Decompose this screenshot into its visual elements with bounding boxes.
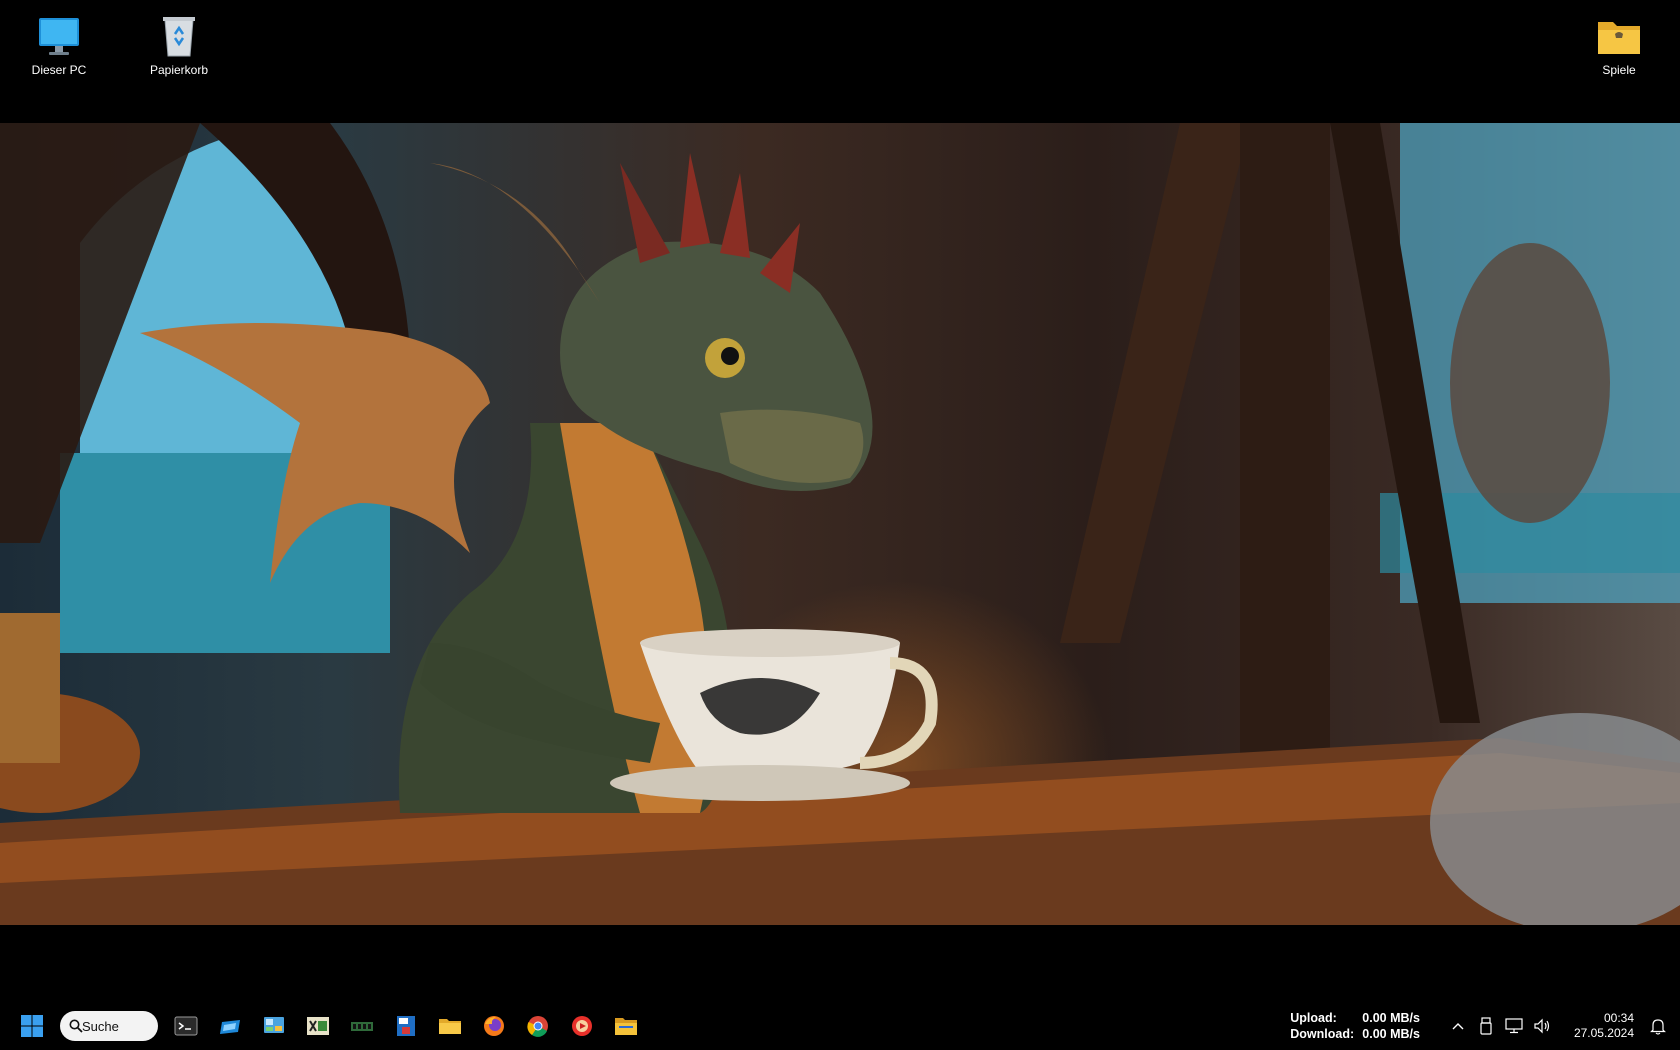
xd-app-button[interactable] [298, 1006, 338, 1046]
terminal-icon [174, 1016, 198, 1036]
desktop-icon-games-folder[interactable]: Spiele [1574, 6, 1664, 78]
monitor-icon [35, 12, 83, 60]
clock[interactable]: 00:34 27.05.2024 [1574, 1011, 1634, 1041]
chrome-icon [527, 1016, 548, 1037]
notifications-button[interactable] [1644, 1006, 1672, 1046]
folder-icon [1595, 12, 1643, 60]
desktop[interactable]: Dieser PC Papierkorb Spiele [0, 0, 1680, 1000]
desktop-icon-this-pc[interactable]: Dieser PC [14, 6, 104, 78]
usb-drive-icon [1480, 1017, 1492, 1035]
bell-icon [1650, 1019, 1666, 1035]
id-card-app-icon [397, 1016, 415, 1036]
id-card-app-button[interactable] [386, 1006, 426, 1046]
show-hidden-icons-button[interactable] [1444, 1006, 1472, 1046]
search-icon [69, 1019, 83, 1033]
file-explorer-button[interactable] [430, 1006, 470, 1046]
folder-app-button[interactable] [606, 1006, 646, 1046]
chrome-button[interactable] [518, 1006, 558, 1046]
media-player-button[interactable] [562, 1006, 602, 1046]
usb-device-button[interactable] [1472, 1006, 1500, 1046]
pinned-apps [166, 1006, 646, 1046]
windows-logo-icon [21, 1015, 43, 1037]
search-label: Suche [82, 1018, 119, 1034]
media-player-icon [572, 1016, 592, 1036]
control-panel-icon [264, 1017, 284, 1033]
clock-time: 00:34 [1603, 1011, 1634, 1025]
speaker-icon [1534, 1018, 1550, 1034]
firefox-button[interactable] [474, 1006, 514, 1046]
system-tray: Upload: 0.00 MB/s Download: 0.00 MB/s 00… [1290, 1002, 1680, 1050]
clock-date: 27.05.2024 [1573, 1026, 1634, 1040]
network-icon [1505, 1018, 1523, 1034]
download-label: Download: [1290, 1027, 1355, 1041]
desktop-icon-recycle-bin[interactable]: Papierkorb [134, 6, 224, 78]
taskbar: Suche Upload: 0.00 MB/s Download: 0.00 M… [0, 1002, 1680, 1050]
network-button[interactable] [1500, 1006, 1528, 1046]
chevron-up-icon [1452, 1023, 1464, 1030]
network-speed-widget[interactable]: Upload: 0.00 MB/s Download: 0.00 MB/s [1290, 1010, 1420, 1042]
control-panel-button[interactable] [254, 1006, 294, 1046]
memory-module-icon [351, 1022, 373, 1031]
desktop-icon-label: Papierkorb [149, 63, 209, 77]
snipping-icon [220, 1020, 240, 1034]
snipping-tool-button[interactable] [210, 1006, 250, 1046]
folder-app-icon [615, 1018, 637, 1035]
xd-app-icon [307, 1017, 329, 1035]
memory-app-button[interactable] [342, 1006, 382, 1046]
desktop-icon-label: Dieser PC [31, 63, 87, 77]
recycle-bin-icon [155, 12, 203, 60]
upload-value: 0.00 MB/s [1362, 1011, 1420, 1025]
start-button[interactable] [12, 1006, 52, 1046]
upload-label: Upload: [1290, 1011, 1337, 1025]
terminal-app-button[interactable] [166, 1006, 206, 1046]
download-value: 0.00 MB/s [1362, 1027, 1420, 1041]
firefox-icon [484, 1016, 504, 1036]
desktop-icon-label: Spiele [1602, 63, 1636, 77]
volume-button[interactable] [1528, 1006, 1556, 1046]
wallpaper-image [0, 123, 1680, 925]
taskbar-search[interactable]: Suche [60, 1011, 158, 1041]
file-explorer-icon [439, 1019, 461, 1034]
